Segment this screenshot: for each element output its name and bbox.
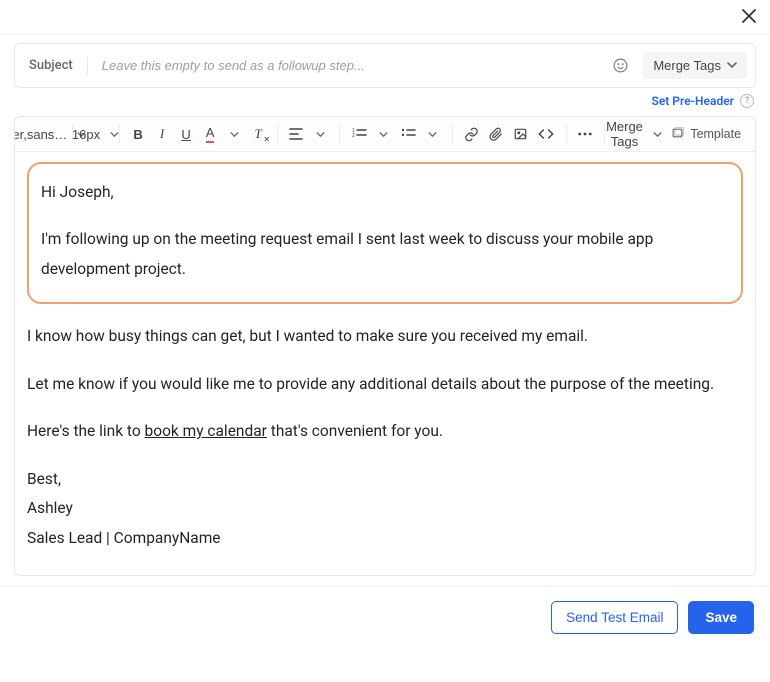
close-icon[interactable]	[742, 8, 756, 26]
chevron-down-icon	[727, 60, 737, 71]
help-icon[interactable]: ?	[740, 94, 754, 108]
highlighted-intro: Hi Joseph, I'm following up on the meeti…	[27, 162, 743, 304]
body-paragraph: I know how busy things can get, but I wa…	[27, 322, 743, 351]
subject-row: Subject Merge Tags	[14, 43, 756, 88]
align-button[interactable]	[285, 121, 307, 147]
ordered-list-button[interactable]: 12	[348, 121, 371, 147]
body-paragraph: I'm following up on the meeting request …	[41, 225, 729, 284]
send-test-email-button[interactable]: Send Test Email	[551, 601, 678, 634]
italic-button[interactable]: I	[151, 121, 173, 147]
text-color-chevron[interactable]	[223, 121, 245, 147]
chevron-down-icon	[653, 132, 662, 137]
subject-label: Subject	[29, 58, 73, 73]
toolbar: inter,sans… 16px B I U A T✕ 12	[15, 117, 755, 152]
link-button[interactable]	[460, 121, 483, 147]
font-size-select[interactable]: 16px	[80, 121, 111, 147]
merge-tags-button[interactable]: Merge Tags	[643, 52, 747, 79]
footer: Send Test Email Save	[0, 586, 770, 634]
subject-input[interactable]	[102, 58, 599, 73]
bullet-list-chevron[interactable]	[422, 121, 444, 147]
body-greeting: Hi Joseph,	[41, 178, 729, 207]
bullet-list-button[interactable]	[397, 121, 420, 147]
template-icon	[671, 126, 684, 142]
chevron-down-icon	[110, 132, 119, 137]
align-chevron[interactable]	[309, 121, 331, 147]
emoji-icon[interactable]	[612, 57, 629, 74]
ordered-list-chevron[interactable]	[373, 121, 395, 147]
template-button[interactable]: Template	[663, 122, 749, 146]
body-paragraph: Let me know if you would like me to prov…	[27, 370, 743, 399]
font-family-select[interactable]: inter,sans…	[21, 121, 64, 147]
set-preheader-link[interactable]: Set Pre-Header	[652, 94, 735, 108]
body-paragraph: Here's the link to book my calendar that…	[27, 417, 743, 446]
code-button[interactable]	[534, 121, 558, 147]
editor-body[interactable]: Hi Joseph, I'm following up on the meeti…	[15, 152, 755, 575]
attachment-button[interactable]	[485, 121, 507, 147]
image-button[interactable]	[509, 121, 532, 147]
editor: inter,sans… 16px B I U A T✕ 12	[14, 116, 756, 576]
svg-text:2: 2	[352, 133, 355, 139]
text-color-button[interactable]: A	[199, 121, 221, 147]
signature: Best, Ashley Sales Lead | CompanyName	[27, 465, 743, 553]
more-button[interactable]	[574, 121, 596, 147]
calendar-link[interactable]: book my calendar	[145, 422, 267, 440]
save-button[interactable]: Save	[688, 601, 754, 634]
underline-button[interactable]: U	[175, 121, 197, 147]
bold-button[interactable]: B	[127, 121, 149, 147]
toolbar-merge-tags-button[interactable]: Merge Tags	[613, 121, 656, 147]
divider	[87, 57, 88, 75]
clear-format-button[interactable]: T✕	[247, 121, 269, 147]
